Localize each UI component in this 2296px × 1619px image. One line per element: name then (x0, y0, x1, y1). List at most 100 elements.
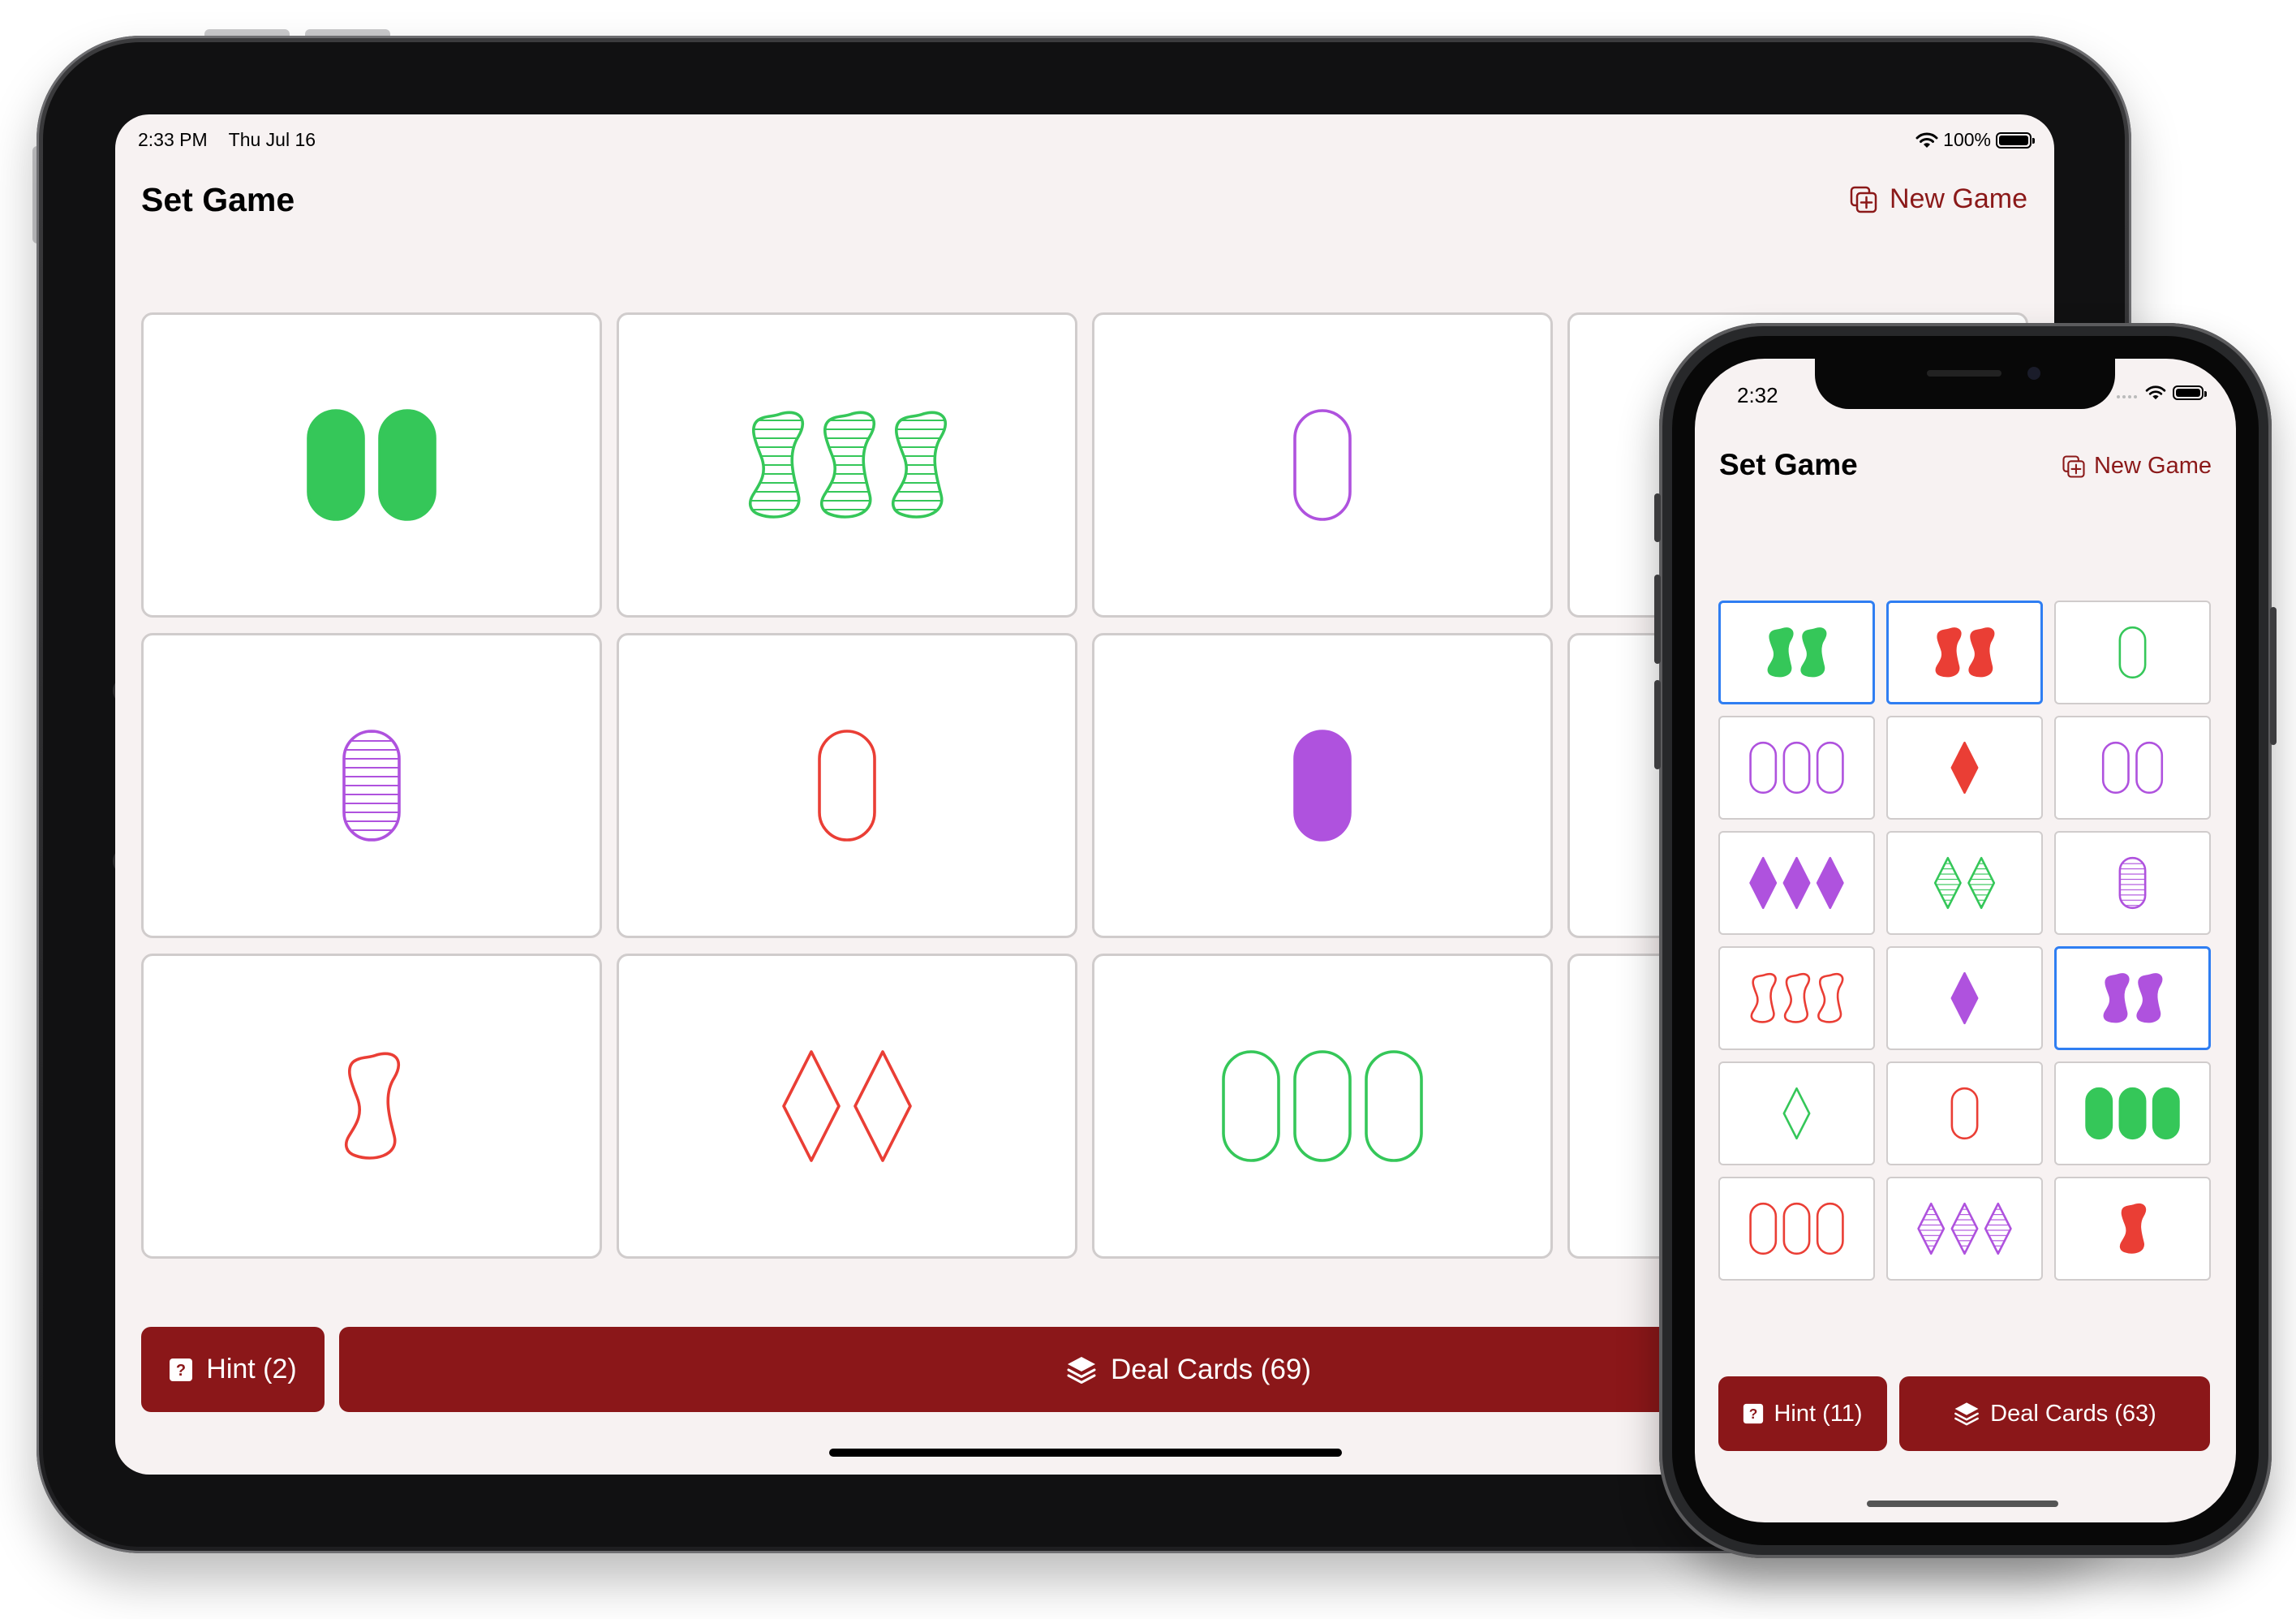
card-face (748, 411, 947, 519)
iphone-screen: 2:32 Set Game New Game ? Hint (11) Deal … (1695, 359, 2236, 1522)
oval-symbol (1365, 1050, 1423, 1162)
set-card[interactable] (2054, 1177, 2211, 1281)
set-card[interactable] (1092, 633, 1553, 938)
oval-symbol (2101, 741, 2130, 794)
status-indicators (2116, 385, 2207, 401)
set-card[interactable] (1718, 831, 1875, 935)
oval-symbol (1782, 1202, 1811, 1255)
set-card[interactable] (2054, 1061, 2211, 1165)
card-face (1917, 1202, 2012, 1255)
card-face (2101, 741, 2164, 794)
diamond-symbol (1782, 1087, 1811, 1140)
notch (1815, 359, 2115, 409)
squiggle-symbol (819, 411, 875, 519)
oval-symbol (1749, 1202, 1778, 1255)
card-face (1749, 856, 1844, 910)
set-card[interactable] (2054, 831, 2211, 935)
oval-symbol (818, 730, 876, 842)
oval-symbol (1749, 741, 1778, 794)
diamond-symbol (1950, 971, 1979, 1025)
iphone-volume-up (1654, 575, 1661, 664)
hint-label: Hint (11) (1774, 1400, 1863, 1427)
set-card[interactable] (1092, 312, 1553, 618)
oval-symbol (2152, 1087, 2180, 1140)
card-face (1950, 741, 1979, 794)
set-card[interactable] (1092, 954, 1553, 1259)
oval-symbol (307, 409, 365, 521)
set-card[interactable] (1718, 946, 1875, 1050)
oval-symbol (1222, 1050, 1280, 1162)
squiggle-symbol (1767, 627, 1794, 678)
set-card[interactable] (2054, 716, 2211, 820)
set-card[interactable] (2054, 946, 2211, 1050)
set-card[interactable] (141, 954, 602, 1259)
set-card[interactable] (617, 312, 1077, 618)
squiggle-symbol (2103, 973, 2130, 1023)
oval-symbol (1293, 409, 1352, 521)
card-face (1293, 730, 1352, 842)
set-card[interactable] (1718, 1177, 1875, 1281)
status-date: Thu Jul 16 (228, 129, 316, 150)
set-card[interactable] (1718, 1061, 1875, 1165)
battery-percent: 100% (1943, 129, 1991, 150)
page-title: Set Game (1719, 448, 1858, 481)
card-face (818, 730, 876, 842)
stack-layers-icon (1954, 1402, 1980, 1426)
set-card[interactable] (1886, 716, 2043, 820)
set-card[interactable] (1886, 601, 2043, 704)
squiggle-symbol (891, 411, 947, 519)
card-face (1935, 627, 1995, 678)
stack-layers-icon (1067, 1356, 1096, 1384)
set-card[interactable] (1886, 1177, 2043, 1281)
card-face (2085, 1087, 2180, 1140)
oval-symbol (342, 730, 401, 842)
squiggle-symbol (1935, 627, 1962, 678)
iphone-volume-down (1654, 680, 1661, 769)
squiggle-symbol (2136, 973, 2163, 1023)
status-time: 2:33 PM (138, 129, 208, 150)
set-card[interactable] (141, 633, 602, 938)
set-card[interactable] (141, 312, 602, 618)
oval-symbol (1816, 1202, 1844, 1255)
hint-button[interactable]: ? Hint (2) (141, 1327, 325, 1412)
plus-square-on-square-icon (2062, 454, 2085, 478)
card-face (1950, 1087, 1979, 1140)
new-game-button[interactable]: New Game (2062, 453, 2212, 480)
squiggle-symbol (1783, 973, 1811, 1023)
set-card[interactable] (617, 633, 1077, 938)
oval-symbol (1816, 741, 1844, 794)
set-card[interactable] (1718, 601, 1875, 704)
squiggle-symbol (748, 411, 804, 519)
oval-symbol (2118, 1087, 2147, 1140)
card-face (1293, 409, 1352, 521)
set-card[interactable] (617, 954, 1077, 1259)
card-face (1767, 627, 1827, 678)
diamond-symbol (1782, 856, 1811, 910)
card-face (2119, 1203, 2147, 1254)
set-card[interactable] (2054, 601, 2211, 704)
card-face (782, 1050, 912, 1162)
card-grid (1718, 601, 2211, 1281)
oval-symbol (1950, 1087, 1979, 1140)
hint-button[interactable]: ? Hint (11) (1718, 1376, 1887, 1451)
card-face (1222, 1050, 1423, 1162)
new-game-button[interactable]: New Game (1849, 183, 2027, 215)
set-card[interactable] (1886, 831, 2043, 935)
set-card[interactable] (1886, 946, 2043, 1050)
set-card[interactable] (1886, 1061, 2043, 1165)
iphone-device: 2:32 Set Game New Game ? Hint (11) Deal … (1654, 323, 2277, 1558)
card-face (342, 730, 401, 842)
home-indicator (829, 1449, 1342, 1457)
squiggle-symbol (1750, 973, 1777, 1023)
set-card[interactable] (1718, 716, 1875, 820)
iphone-silent-switch (1654, 493, 1661, 542)
question-square-icon: ? (1743, 1403, 1764, 1424)
diamond-symbol (1984, 1202, 2012, 1255)
deal-cards-label: Deal Cards (63) (1990, 1400, 2156, 1427)
squiggle-symbol (1800, 627, 1827, 678)
wifi-icon (2145, 385, 2166, 400)
squiggle-symbol (1968, 627, 1995, 678)
new-game-label: New Game (1889, 183, 2027, 214)
deal-cards-button[interactable]: Deal Cards (63) (1899, 1376, 2210, 1451)
oval-symbol (1293, 730, 1352, 842)
